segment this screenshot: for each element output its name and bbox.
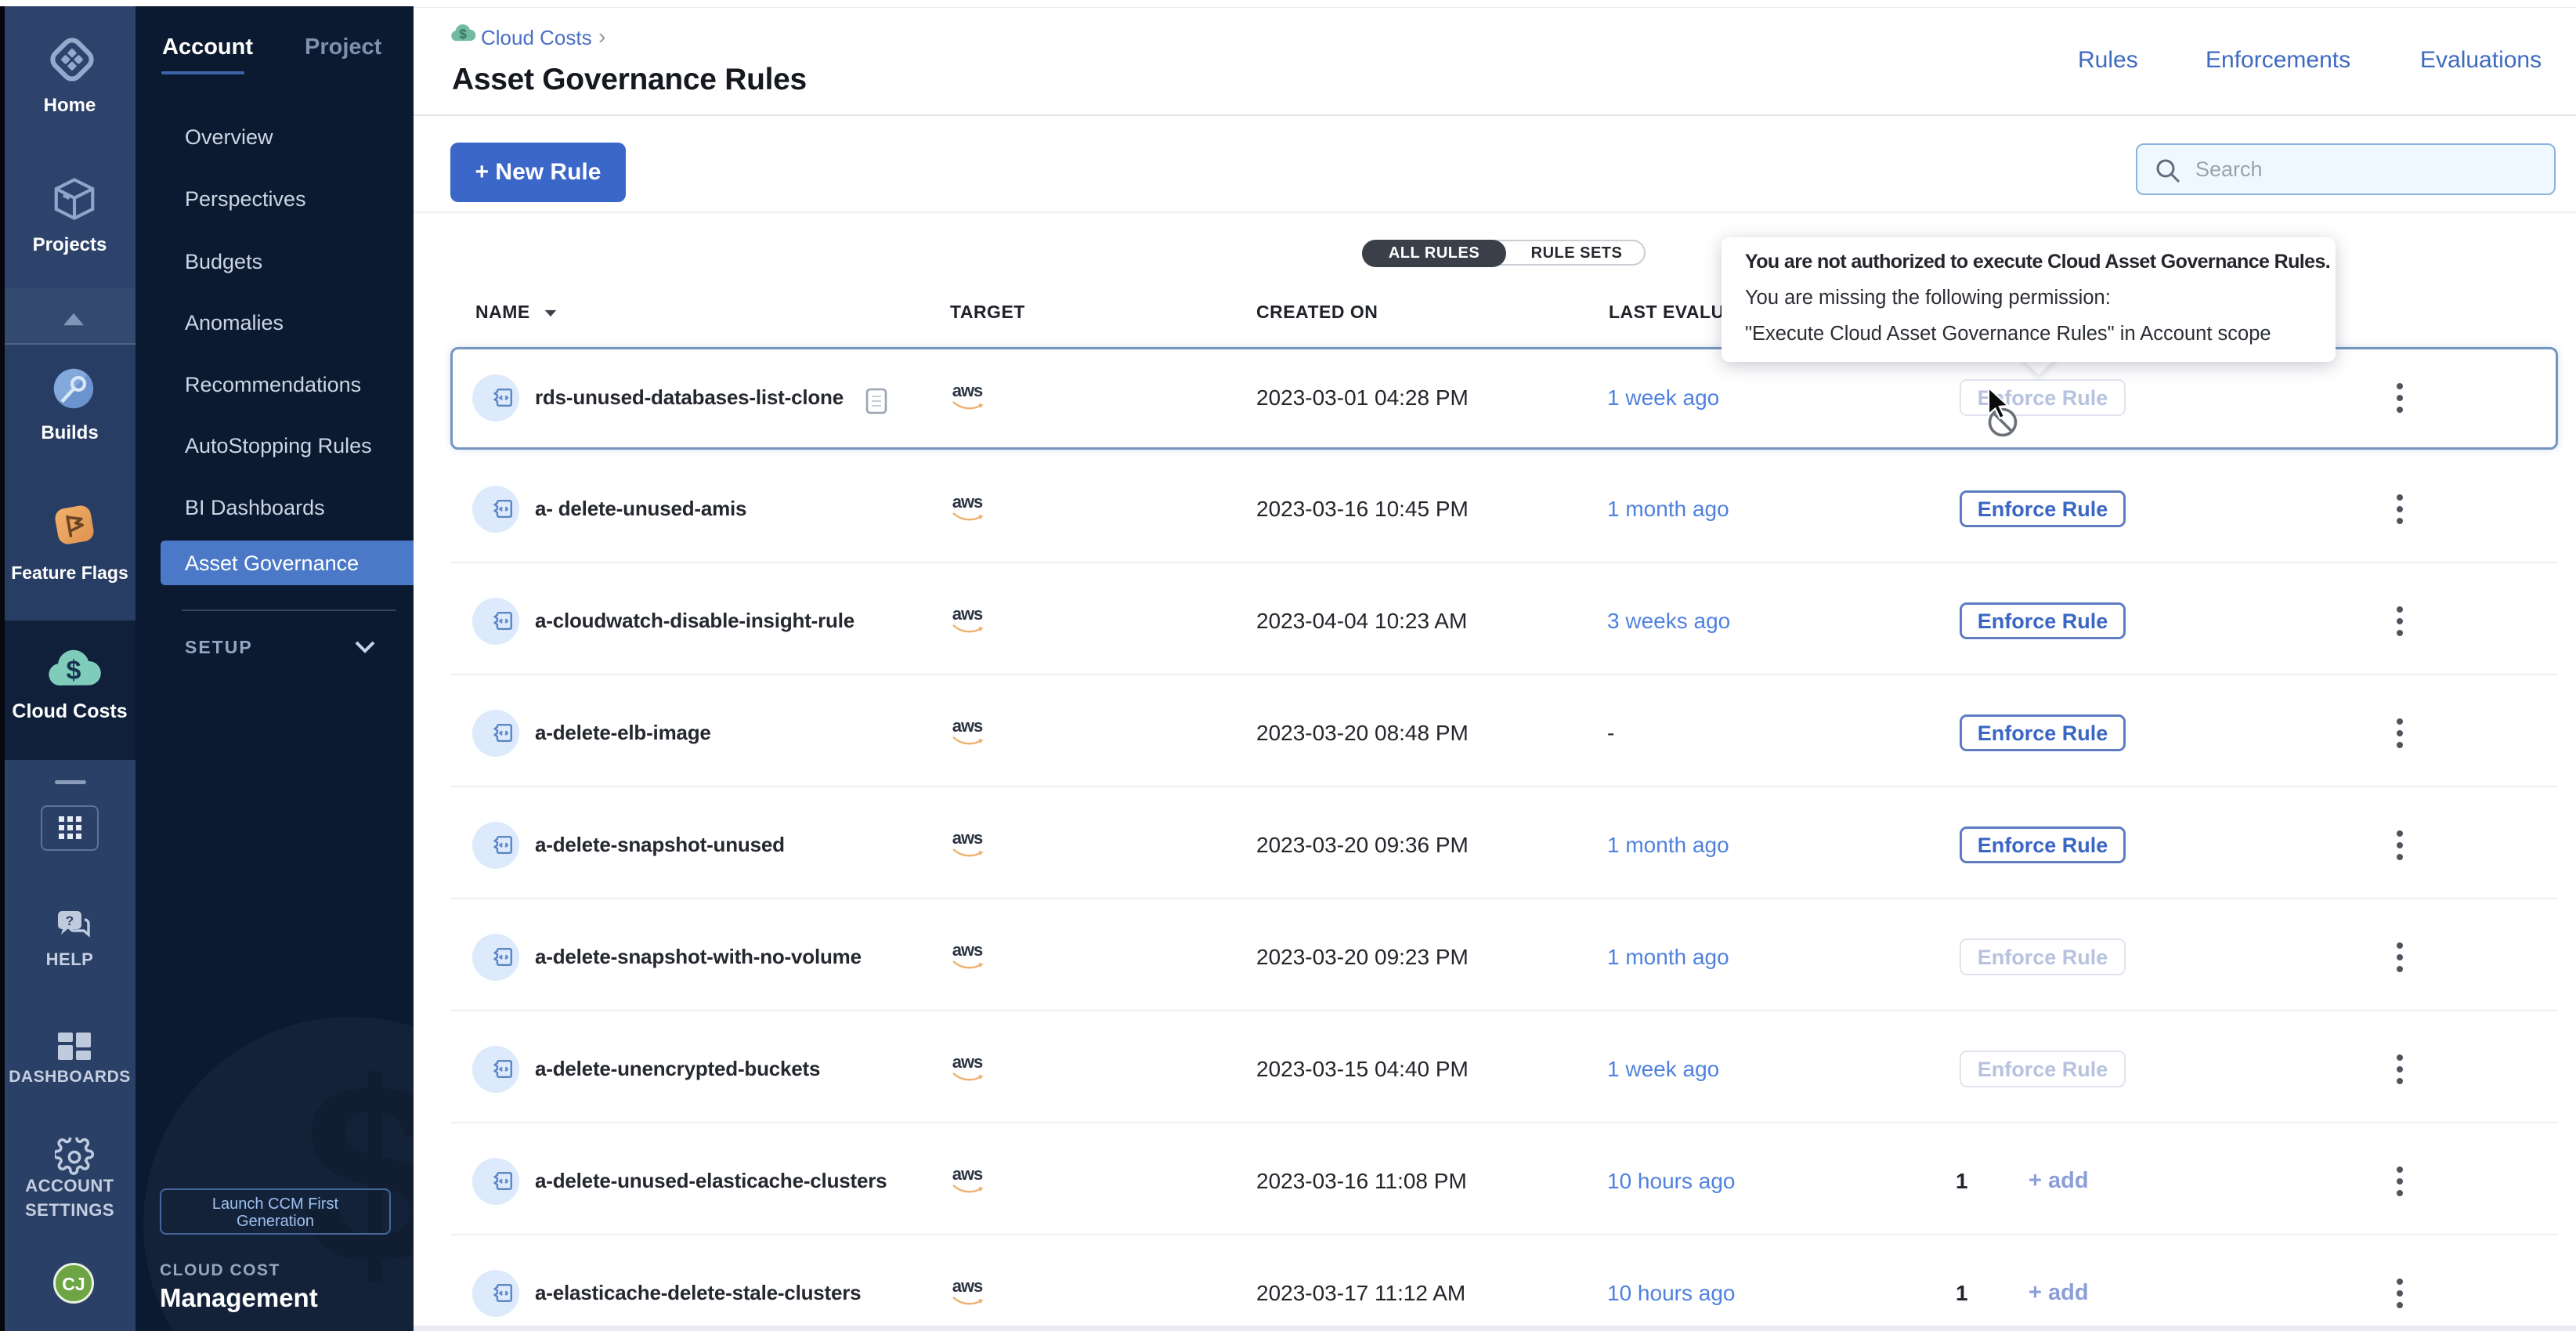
svg-text:$: $ xyxy=(67,656,81,685)
svg-text:?: ? xyxy=(66,913,74,928)
svg-text:$: $ xyxy=(459,27,467,42)
